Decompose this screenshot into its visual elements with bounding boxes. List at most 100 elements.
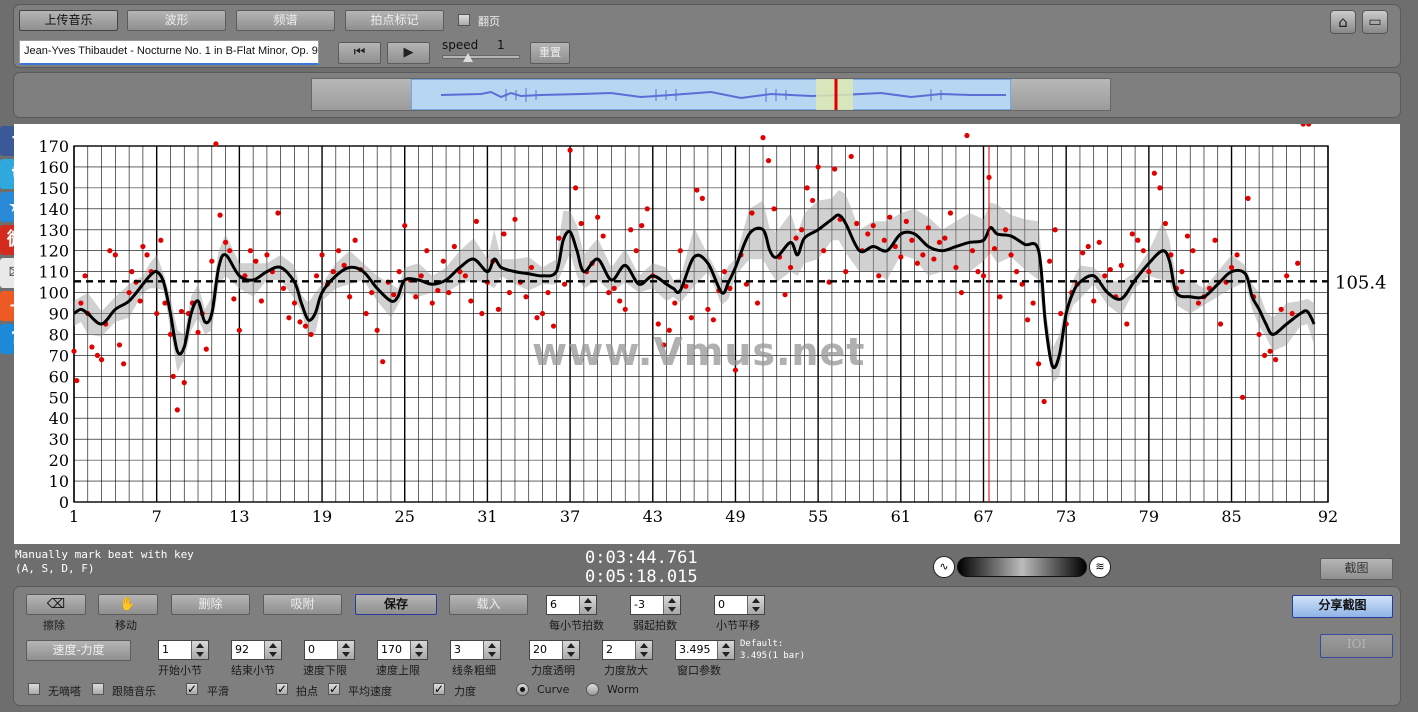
beat-point	[280, 285, 287, 291]
waveform-view[interactable]	[411, 79, 1011, 110]
beat-point	[881, 237, 887, 243]
bar-offset-stepper[interactable]: 0	[714, 595, 765, 615]
share-screenshot-button[interactable]: 分享截图	[1292, 595, 1393, 618]
end-bar-stepper[interactable]: 92	[231, 640, 282, 660]
beat-point	[865, 231, 871, 237]
line-width-label: 线条粗细	[452, 664, 496, 677]
tempo-max-stepper[interactable]: 170	[377, 640, 428, 660]
fullscreen-icon[interactable]: ▭	[1362, 10, 1388, 34]
sound-wave-icon[interactable]: ≋	[1089, 556, 1111, 578]
beat-point	[126, 289, 132, 296]
beat-point	[1013, 269, 1020, 275]
no-click-checkbox[interactable]	[28, 683, 40, 695]
move-tool-button[interactable]: ✋	[98, 594, 158, 615]
y-tick-label: 140	[38, 200, 69, 219]
window-param-stepper[interactable]: 3.495	[675, 640, 735, 660]
beat-point	[771, 206, 777, 212]
beat-point	[1140, 248, 1146, 254]
previous-button[interactable]: ⏮	[338, 42, 381, 64]
beat-point	[1184, 233, 1191, 239]
spectrum-button[interactable]: 频谱	[236, 10, 335, 31]
beat-point	[1058, 310, 1064, 317]
beat-point	[71, 348, 77, 354]
x-tick-label: 19	[312, 507, 332, 526]
flip-page-checkbox[interactable]	[458, 14, 470, 26]
beat-point	[213, 141, 219, 147]
line-width-stepper[interactable]: 3	[450, 640, 501, 660]
curve-radio[interactable]	[516, 683, 529, 696]
speed-slider-thumb[interactable]	[463, 53, 473, 62]
x-tick-label: 31	[477, 507, 497, 526]
dynamics-opacity-stepper[interactable]: 20	[529, 640, 580, 660]
beat-point	[352, 237, 358, 243]
home-icon[interactable]: ⌂	[1330, 10, 1356, 34]
pickup-beats-stepper[interactable]: -3	[630, 595, 681, 615]
load-button[interactable]: 载入	[449, 594, 528, 615]
beat-point	[550, 323, 557, 329]
beat-mark-button[interactable]: 拍点标记	[345, 10, 444, 31]
waveform-mode-icon[interactable]: ∿	[933, 556, 955, 578]
beat-point	[222, 239, 229, 245]
beat-point	[1278, 306, 1284, 312]
y-tick-label: 130	[38, 221, 69, 240]
track-title-input[interactable]: Jean-Yves Thibaudet - Nocturne No. 1 in …	[19, 40, 319, 65]
beat-point	[534, 315, 540, 321]
beat-point	[264, 252, 270, 258]
avg-tempo-checkbox[interactable]: ✓	[328, 683, 340, 695]
beats-checkbox[interactable]: ✓	[276, 683, 288, 695]
beat-point	[947, 210, 954, 216]
smooth-checkbox[interactable]: ✓	[186, 683, 198, 695]
play-button[interactable]: ▶	[387, 42, 430, 64]
beat-point	[1289, 310, 1295, 317]
tempo-dynamics-button[interactable]: 速度-力度	[26, 640, 131, 661]
beat-point	[112, 252, 118, 258]
beat-point	[195, 329, 201, 335]
beat-point	[181, 380, 187, 386]
delete-button[interactable]: 删除	[171, 594, 250, 615]
total-time: 0:05:18.015	[585, 567, 698, 587]
window-param-label: 窗口参数	[677, 664, 721, 677]
screenshot-button[interactable]: 截图	[1320, 558, 1393, 580]
follow-music-checkbox[interactable]	[92, 683, 104, 695]
beat-point	[158, 237, 164, 243]
beat-point	[1080, 250, 1086, 256]
erase-tool-button[interactable]: ⌫	[26, 594, 86, 615]
beat-point	[611, 285, 617, 291]
dynamics-scale-stepper[interactable]: 2	[602, 640, 653, 660]
snap-button[interactable]: 吸附	[263, 594, 342, 615]
beat-point	[116, 342, 123, 348]
hint-line-2: (A, S, D, F)	[15, 562, 95, 575]
x-tick-label: 55	[808, 507, 828, 526]
volume-gradient-slider[interactable]	[957, 557, 1087, 577]
save-button[interactable]: 保存	[355, 594, 437, 615]
beat-point	[335, 248, 342, 254]
beat-point	[876, 273, 882, 279]
y-tick-label: 80	[49, 325, 69, 344]
x-tick-label: 92	[1318, 507, 1338, 526]
x-tick-label: 85	[1221, 507, 1241, 526]
x-tick-label: 73	[1056, 507, 1076, 526]
dynamics-checkbox[interactable]: ✓	[433, 683, 445, 695]
start-bar-stepper[interactable]: 1	[158, 640, 209, 660]
worm-radio[interactable]	[586, 683, 599, 696]
beat-point	[958, 289, 965, 296]
upload-music-button[interactable]: 上传音乐	[19, 10, 118, 31]
beat-point	[1162, 220, 1168, 227]
beat-point	[1195, 300, 1202, 306]
tempo-min-stepper[interactable]: 0	[304, 640, 355, 660]
worm-label: Worm	[607, 683, 640, 696]
beat-point	[1129, 231, 1135, 237]
beat-point	[227, 248, 233, 254]
beat-point	[170, 373, 176, 379]
beat-point	[936, 239, 942, 245]
waveform-button[interactable]: 波形	[127, 10, 226, 31]
beat-point	[380, 359, 386, 365]
ioi-button[interactable]: IOI	[1320, 634, 1393, 658]
beat-point	[870, 222, 876, 229]
beats-per-bar-stepper[interactable]: 6	[546, 595, 597, 615]
reset-button[interactable]: 重置	[530, 42, 570, 64]
speed-slider[interactable]	[442, 55, 520, 59]
beat-point	[1267, 348, 1273, 354]
beat-point	[396, 269, 402, 275]
beat-point	[975, 269, 981, 275]
